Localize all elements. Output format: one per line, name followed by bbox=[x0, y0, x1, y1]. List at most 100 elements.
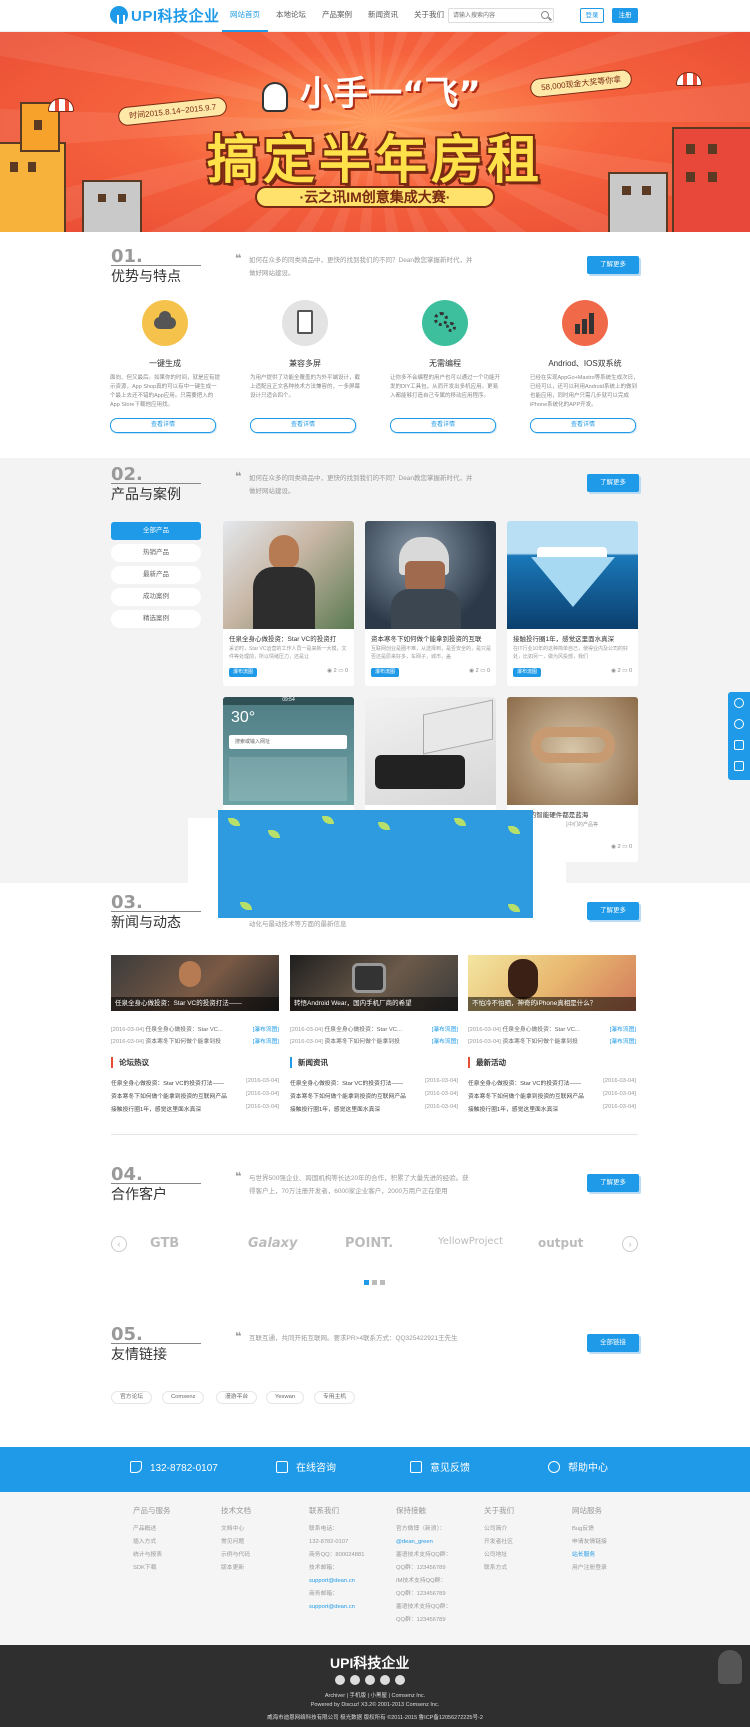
partner-logo-gtb[interactable]: GTB bbox=[150, 1236, 179, 1256]
hero-banner[interactable]: 时间2015.8.14~2015.9.7 58,000现金大奖等你拿 小手一“飞… bbox=[0, 32, 750, 232]
carousel-dot[interactable] bbox=[372, 1280, 377, 1285]
category-success[interactable]: 成功案例 bbox=[111, 588, 201, 606]
footer-link[interactable]: 插入方式 bbox=[133, 1536, 213, 1549]
footer-link[interactable]: 用户注册登录 bbox=[572, 1562, 652, 1575]
news-tag[interactable]: [瀑布流图] bbox=[610, 1024, 636, 1033]
bottom-links[interactable]: Archiver | 手机版 | 小黑屋 | Comsenz Inc. bbox=[0, 1691, 750, 1699]
nav-forum[interactable]: 本地论坛 bbox=[268, 0, 314, 32]
column-events-title[interactable]: 最新活动 bbox=[468, 1057, 636, 1068]
footer-link[interactable]: 公司地址 bbox=[484, 1549, 564, 1562]
column-item[interactable]: 资本寒冬下如何做个能拿到投资的互联网产品 [2016-03-04] bbox=[111, 1091, 279, 1100]
footer-link[interactable]: 文档中心 bbox=[221, 1523, 301, 1536]
footer-link[interactable]: 公司简介 bbox=[484, 1523, 564, 1536]
news-line[interactable]: [2016-03-04] 任泉全身心做投资：Star VC... [瀑布流图] bbox=[111, 1024, 279, 1033]
footer-link[interactable]: 开发者社区 bbox=[484, 1536, 564, 1549]
friend-link[interactable]: 漫游平台 bbox=[216, 1391, 258, 1404]
footer-link[interactable]: 版本更新 bbox=[221, 1562, 301, 1575]
footer-link[interactable]: Bug反馈 bbox=[572, 1523, 652, 1536]
view-details-button[interactable]: 查看详情 bbox=[390, 418, 496, 433]
news-tag[interactable]: [瀑布流图] bbox=[253, 1024, 279, 1033]
rss-icon[interactable] bbox=[395, 1675, 405, 1685]
nav-news[interactable]: 新闻资讯 bbox=[360, 0, 406, 32]
news-tag[interactable]: [瀑布流图] bbox=[432, 1036, 458, 1045]
view-details-button[interactable]: 查看详情 bbox=[250, 418, 356, 433]
column-item[interactable]: 资本寒冬下如何做个能拿到投资的互联网产品 [2016-03-04] bbox=[468, 1091, 636, 1100]
column-item[interactable]: 任泉全身心做投资：Star VC的投资打法—— [2016-03-04] bbox=[290, 1078, 458, 1087]
all-links-button[interactable]: 全部链接 bbox=[587, 1334, 639, 1352]
partner-logo-output[interactable]: output bbox=[538, 1236, 583, 1256]
news-line[interactable]: [2016-03-04] 任泉全身心做投资：Star VC... [瀑布流图] bbox=[290, 1024, 458, 1033]
column-item[interactable]: 任泉全身心做投资：Star VC的投资打法—— [2016-03-04] bbox=[468, 1078, 636, 1087]
wechat-icon[interactable] bbox=[365, 1675, 375, 1685]
qrcode-icon[interactable] bbox=[734, 761, 744, 771]
footer-link[interactable]: 常见问题 bbox=[221, 1536, 301, 1549]
category-all[interactable]: 全部产品 bbox=[111, 522, 201, 540]
nav-about[interactable]: 关于我们 bbox=[406, 0, 452, 32]
column-forum-title[interactable]: 论坛热议 bbox=[111, 1057, 279, 1068]
footer-link[interactable]: 联系方式 bbox=[484, 1562, 564, 1575]
news-line[interactable]: [2016-03-04] 资本寒冬下如何做个能拿到投 [瀑布流图] bbox=[290, 1036, 458, 1045]
login-button[interactable]: 登录 bbox=[580, 8, 604, 23]
category-hot[interactable]: 热销产品 bbox=[111, 544, 201, 562]
carousel-next-icon[interactable]: › bbox=[622, 1236, 638, 1252]
search-input[interactable] bbox=[449, 9, 535, 22]
partner-logo-yellowproject[interactable]: YellowProject bbox=[438, 1236, 503, 1256]
column-news-title[interactable]: 新闻资讯 bbox=[290, 1057, 458, 1068]
contact-help[interactable]: 帮助中心 bbox=[548, 1461, 608, 1477]
product-card[interactable]: 接触投行圈1年，感觉这里面水真深 在IT行业10年的这种简单自己，使得业内及公司… bbox=[507, 521, 638, 686]
news-tag[interactable]: [瀑布流图] bbox=[253, 1036, 279, 1045]
friend-link[interactable]: 专用主机 bbox=[314, 1391, 356, 1404]
column-item[interactable]: 接触投行圈1年，感觉这里面水真深 [2016-03-04] bbox=[468, 1104, 636, 1113]
product-card[interactable]: 资本寒冬下如何做个能拿到投资的互联 互联网创业是圈不难，从选择到，是否安全的，是… bbox=[365, 521, 496, 686]
product-tag[interactable]: 瀑布流图 bbox=[513, 668, 542, 677]
weibo-icon[interactable] bbox=[335, 1675, 345, 1685]
footer-email-link[interactable]: support@dean.cn bbox=[309, 1601, 389, 1614]
search-icon[interactable] bbox=[541, 11, 549, 19]
column-item[interactable]: 接触投行圈1年，感觉这里面水真深 [2016-03-04] bbox=[290, 1104, 458, 1113]
friend-link[interactable]: 官方论坛 bbox=[111, 1391, 153, 1404]
category-featured[interactable]: 精选案例 bbox=[111, 610, 201, 628]
column-item[interactable]: 任泉全身心做投资：Star VC的投资打法—— [2016-03-04] bbox=[111, 1078, 279, 1087]
product-card[interactable]: 任泉全身心做投资：Star VC的投资打 采访时，Star VC运营的工作人员一… bbox=[223, 521, 354, 686]
learn-more-button[interactable]: 了解更多 bbox=[587, 256, 639, 274]
qq-icon[interactable] bbox=[350, 1675, 360, 1685]
product-tag[interactable]: 瀑布流图 bbox=[371, 668, 400, 677]
news-feature-image[interactable]: 不怕冷不怕晒，神奇的iPhone真相是什么？ bbox=[468, 955, 636, 1011]
learn-more-button[interactable]: 了解更多 bbox=[587, 902, 639, 920]
mobile-icon[interactable] bbox=[380, 1675, 390, 1685]
carousel-dot[interactable] bbox=[380, 1280, 385, 1285]
bottom-logo[interactable]: UPI科技企业 bbox=[330, 1653, 409, 1673]
nav-products[interactable]: 产品案例 bbox=[314, 0, 360, 32]
footer-link[interactable]: 产品概述 bbox=[133, 1523, 213, 1536]
site-logo[interactable]: UPI科技企业 bbox=[110, 4, 220, 26]
partner-logo-point[interactable]: POINT. bbox=[345, 1236, 393, 1256]
contact-phone[interactable]: 132-8782-0107 bbox=[130, 1461, 218, 1477]
carousel-dot[interactable] bbox=[364, 1280, 369, 1285]
partner-logo-galaxy[interactable]: Galaxy bbox=[248, 1236, 298, 1256]
contact-consult[interactable]: 在线咨询 bbox=[276, 1461, 336, 1477]
view-details-button[interactable]: 查看详情 bbox=[530, 418, 636, 433]
footer-weibo-link[interactable]: @dean_green bbox=[396, 1536, 476, 1549]
learn-more-button[interactable]: 了解更多 bbox=[587, 474, 639, 492]
column-item[interactable]: 资本寒冬下如何做个能拿到投资的互联网产品 [2016-03-04] bbox=[290, 1091, 458, 1100]
footer-link[interactable]: 示例与代码 bbox=[221, 1549, 301, 1562]
category-new[interactable]: 最新产品 bbox=[111, 566, 201, 584]
news-feature-image[interactable]: 任泉全身心做投资：Star VC的投资打法—— bbox=[111, 955, 279, 1011]
mobile-icon[interactable] bbox=[734, 740, 744, 750]
news-tag[interactable]: [瀑布流图] bbox=[432, 1024, 458, 1033]
news-line[interactable]: [2016-03-04] 资本寒冬下如何做个能拿到投 [瀑布流图] bbox=[111, 1036, 279, 1045]
news-tag[interactable]: [瀑布流图] bbox=[610, 1036, 636, 1045]
friend-link[interactable]: Comsenz bbox=[162, 1391, 205, 1404]
view-details-button[interactable]: 查看详情 bbox=[110, 418, 216, 433]
news-line[interactable]: [2016-03-04] 资本寒冬下如何做个能拿到投 [瀑布流图] bbox=[468, 1036, 636, 1045]
footer-email-link[interactable]: support@dean.cn bbox=[309, 1575, 389, 1588]
footer-link[interactable]: 统计与报表 bbox=[133, 1549, 213, 1562]
qq-icon[interactable] bbox=[734, 698, 744, 708]
footer-link[interactable]: 站长服务 bbox=[572, 1549, 652, 1562]
friend-link[interactable]: Yeswan bbox=[266, 1391, 305, 1404]
footer-link[interactable]: 申请友情链接 bbox=[572, 1536, 652, 1549]
learn-more-button[interactable]: 了解更多 bbox=[587, 1174, 639, 1192]
footer-link[interactable]: SDK下载 bbox=[133, 1562, 213, 1575]
news-feature-image[interactable]: 转悟Android Wear，国内手机厂商的希望 bbox=[290, 955, 458, 1011]
product-tag[interactable]: 瀑布流图 bbox=[229, 668, 258, 677]
